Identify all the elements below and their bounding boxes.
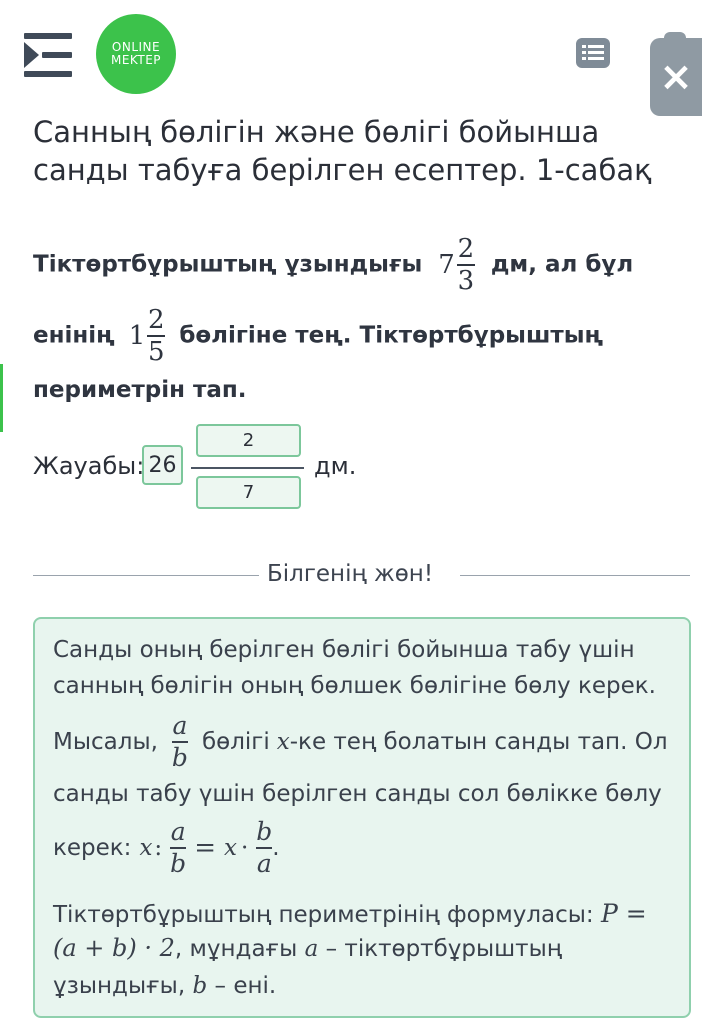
example-numerator: a	[172, 711, 188, 740]
lesson-title: Санның бөлігін және бөлігі бойынша санды…	[33, 115, 652, 187]
perimeter-text-3: ұзындығы,	[53, 973, 186, 999]
answer-unit: дм.	[314, 452, 357, 480]
length-denominator: 3	[457, 266, 475, 296]
formula-x1: x	[139, 835, 153, 861]
answer-label: Жауабы:	[33, 452, 145, 480]
formula-fraction-1: a b	[170, 817, 187, 879]
formula-colon: :	[154, 835, 163, 861]
example-denominator: b	[171, 743, 188, 772]
logo-text-line2: MEKTEP	[110, 53, 162, 67]
perimeter-formula-end: (a + b) · 2	[53, 934, 175, 962]
perimeter-text-1: Тіктөртбұрыштың периметрінің формуласы:	[53, 902, 594, 928]
ratio-denominator: 5	[148, 337, 165, 367]
info-formula-line: керек: x : a b = x · b a .	[53, 817, 280, 879]
example-variable: x	[276, 729, 290, 755]
perimeter-formula-start: P =	[600, 899, 647, 928]
ratio-mixed-number: 1 2 5	[129, 305, 166, 367]
info-perimeter-line-3: ұзындығы, b – ені.	[53, 971, 276, 1001]
info-perimeter-line-1: Тіктөртбұрыштың периметрінің формуласы: …	[53, 899, 647, 930]
formula-equals: =	[194, 833, 216, 863]
ratio-fraction: 2 5	[147, 305, 166, 367]
info-line-2: санның бөлігін оның бөлшек бөлігіне бөлу…	[53, 673, 656, 699]
ratio-numerator: 2	[148, 305, 165, 335]
length-fraction: 2 3	[456, 234, 475, 296]
formula-prefix: керек:	[53, 835, 132, 861]
question-line-2: енінің 1 2 5 бөлігіне тең. Тіктөртбұрышт…	[33, 305, 603, 367]
ratio-whole: 1	[128, 321, 146, 351]
formula-x2: x	[223, 835, 237, 861]
question-text-part3: енінің	[33, 322, 115, 349]
length-mixed-number: 7 2 3	[438, 234, 475, 296]
divider-right	[460, 575, 690, 576]
answer-fraction-bar	[191, 467, 304, 469]
online-mektep-logo[interactable]: ONLINE MEKTEP	[96, 14, 176, 94]
question-accent-bar	[0, 364, 3, 432]
perimeter-var-a: a	[304, 936, 319, 962]
question-line-1: Тіктөртбұрыштың ұзындығы 7 2 3 дм, ал бұ…	[33, 234, 633, 296]
formula-fraction-2: b a	[256, 817, 273, 879]
example-mid-text: бөлігі	[201, 729, 270, 755]
example-suffix: -ке тең болатын санды тап. Ол	[289, 729, 668, 755]
length-whole: 7	[438, 250, 455, 280]
info-line-4: санды табу үшін берілген санды сол бөлік…	[53, 781, 662, 807]
menu-collapse-icon[interactable]	[24, 33, 72, 77]
answer-whole-input[interactable]: 26	[142, 445, 183, 485]
example-prefix: Мысалы,	[53, 729, 158, 755]
perimeter-text-2-end: – тіктөртбұрыштың	[325, 936, 562, 962]
info-line-1: Санды оның берілген бөлігі бойынша табу …	[53, 637, 635, 663]
info-box: Санды оның берілген бөлігі бойынша табу …	[33, 617, 691, 1018]
divider-heading: Білгенің жөн!	[266, 561, 434, 587]
formula-denominator-1: b	[170, 849, 187, 878]
answer-denominator-input[interactable]: 7	[196, 476, 301, 509]
formula-dot: ·	[240, 835, 249, 861]
formula-denominator-2: a	[256, 849, 272, 878]
question-text-part4: бөлігіне тең. Тіктөртбұрыштың	[179, 322, 604, 349]
info-example-line: Мысалы, a b бөлігі x -ке тең болатын сан…	[53, 711, 668, 773]
list-icon[interactable]	[576, 38, 610, 68]
info-perimeter-line-2: (a + b) · 2, мұндағы a – тіктөртбұрыштың	[53, 933, 562, 964]
question-text-part1: Тіктөртбұрыштың ұзындығы	[33, 251, 423, 278]
close-icon: ×	[659, 54, 693, 100]
example-fraction: a b	[171, 711, 188, 773]
perimeter-var-b: b	[192, 973, 208, 999]
formula-end: .	[272, 835, 280, 861]
formula-numerator-2: b	[256, 817, 273, 846]
perimeter-text-2: , мұндағы	[174, 936, 298, 962]
close-button[interactable]: ×	[650, 32, 702, 116]
question-text-part2: дм, ал бұл	[490, 251, 634, 278]
perimeter-text-3-end: – ені.	[214, 973, 277, 999]
formula-numerator-1: a	[170, 817, 186, 846]
question-text-part5: периметрін тап.	[33, 377, 247, 403]
answer-numerator-input[interactable]: 2	[196, 424, 301, 457]
length-numerator: 2	[457, 234, 475, 264]
divider-left	[33, 575, 259, 576]
